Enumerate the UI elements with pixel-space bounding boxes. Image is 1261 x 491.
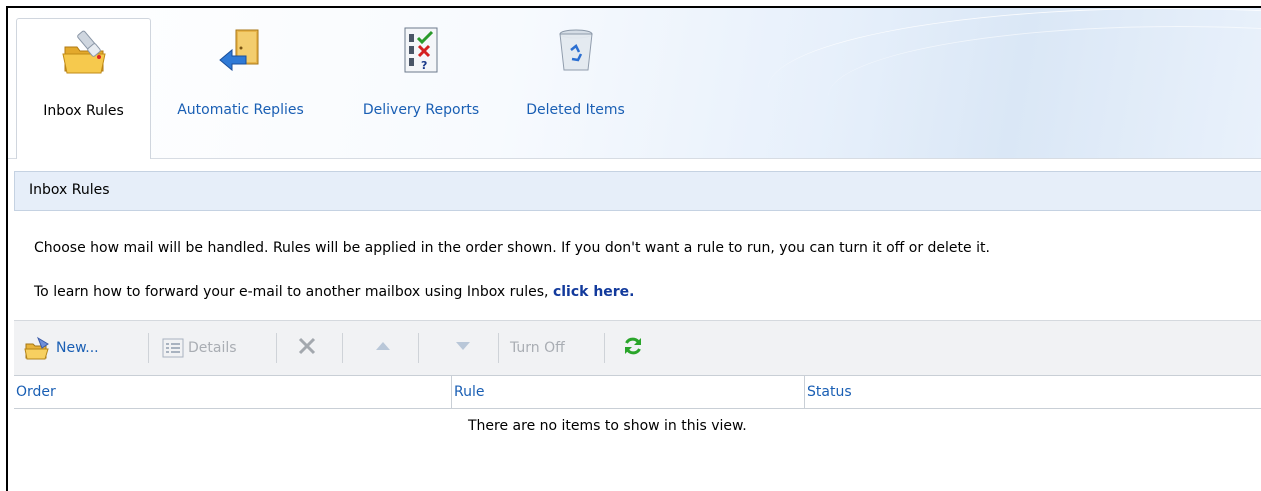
new-rule-label: New... [56,340,99,356]
details-button[interactable]: Details [162,335,237,361]
rules-toolbar: New... Details Turn Off [14,320,1261,375]
tab-inbox-rules[interactable]: Inbox Rules [16,18,151,159]
tab-label: Automatic Replies [177,102,304,118]
tab-label: Deleted Items [526,102,625,118]
tab-automatic-replies[interactable]: Automatic Replies [158,18,323,148]
refresh-button[interactable] [622,335,644,361]
column-header-status[interactable]: Status [805,376,852,408]
delivery-report-checklist-icon: ? [396,26,446,76]
turn-off-label: Turn Off [510,340,565,356]
toolbar-separator [342,333,343,363]
toolbar-separator [498,333,499,363]
details-list-icon [162,338,184,358]
new-rule-button[interactable]: New... [24,335,99,361]
window-frame: Inbox Rules Automatic Replies ? Delivery… [6,6,1261,491]
description-text: Choose how mail will be handled. Rules w… [34,240,990,256]
section-title: Inbox Rules [29,182,110,198]
toolbar-separator [276,333,277,363]
delete-x-icon [296,335,318,361]
forward-help-text: To learn how to forward your e-mail to a… [34,284,635,300]
arrow-up-icon [374,337,392,359]
tab-label: Inbox Rules [43,103,124,119]
column-header-rule[interactable]: Rule [452,376,484,408]
rules-grid-header: Order Rule Status [14,375,1261,409]
tab-deleted-items[interactable]: Deleted Items [508,18,643,148]
tab-label: Delivery Reports [362,102,480,118]
forward-help-prefix: To learn how to forward your e-mail to a… [34,284,549,300]
turn-off-button[interactable]: Turn Off [510,335,565,361]
toolbar-separator [418,333,419,363]
folder-rules-icon [59,27,109,77]
new-folder-icon [24,336,52,360]
empty-grid-message: There are no items to show in this view. [468,418,747,434]
click-here-link[interactable]: click here. [553,284,635,300]
tab-delivery-reports[interactable]: ? Delivery Reports [341,18,501,148]
delete-button[interactable] [296,335,318,361]
move-down-button[interactable] [454,335,472,361]
arrow-down-icon [454,337,472,359]
section-header: Inbox Rules [14,171,1261,211]
options-header: Inbox Rules Automatic Replies ? Delivery… [8,8,1261,159]
svg-text:?: ? [421,59,427,72]
toolbar-separator [604,333,605,363]
details-label: Details [188,340,237,356]
move-up-button[interactable] [374,335,392,361]
recycle-bin-icon [551,26,601,76]
toolbar-separator [148,333,149,363]
refresh-icon [622,335,644,361]
auto-reply-door-icon [216,26,266,76]
column-header-order[interactable]: Order [14,376,56,408]
